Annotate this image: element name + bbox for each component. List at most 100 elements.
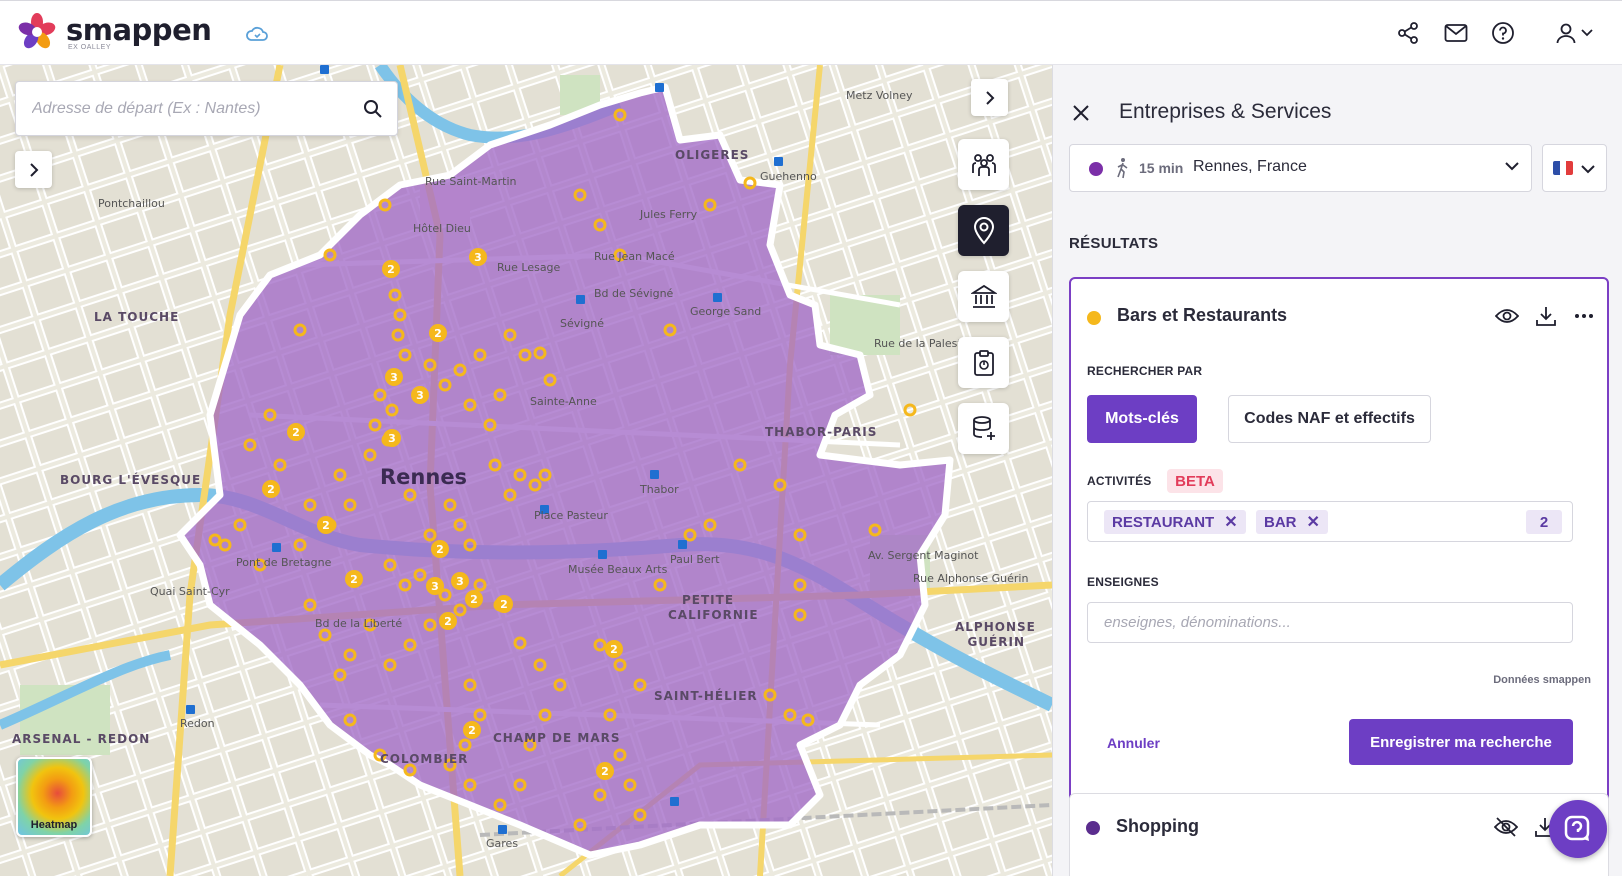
map-canvas[interactable]: 2 3 2 3 3 3 2 2 2 2 2 3 3 2 2 2 2 2 2: [0, 65, 1052, 876]
street-label: Rue Jean Macé: [594, 250, 675, 263]
chevron-right-icon: [985, 90, 994, 105]
address-search[interactable]: [15, 81, 398, 136]
category-color-dot: [1086, 821, 1100, 835]
district-label: ARSENAL - REDON: [12, 732, 151, 746]
district-label: CHAMP DE MARS: [493, 731, 621, 745]
brands-field[interactable]: [1087, 602, 1573, 643]
district-label: COLOMBIER: [380, 752, 469, 766]
street-label: George Sand: [690, 305, 762, 318]
category-title: Bars et Restaurants: [1117, 305, 1288, 325]
category-color-dot: [1087, 311, 1101, 325]
mail-button[interactable]: [1442, 19, 1470, 47]
tag-label: RESTAURANT: [1112, 513, 1215, 531]
question-icon: [1492, 22, 1514, 44]
tag-bar: BAR ✕: [1256, 510, 1328, 534]
naf-codes-mode-button[interactable]: Codes NAF et effectifs: [1228, 395, 1431, 443]
brand-name: smappen: [66, 13, 212, 47]
user-icon: [1556, 23, 1576, 44]
place-label: Thabor: [640, 483, 679, 496]
brand-subtitle: EX OALLEY: [68, 44, 112, 51]
activities-label: ACTIVITÉS: [1087, 474, 1152, 488]
svg-text:2: 2: [434, 327, 442, 340]
category-card-shopping: Shopping: [1069, 793, 1609, 876]
svg-text:2: 2: [468, 724, 476, 737]
download-button[interactable]: [1533, 303, 1559, 329]
heatmap-toggle[interactable]: Heatmap: [16, 757, 92, 837]
share-button[interactable]: [1394, 19, 1422, 47]
country-selector[interactable]: [1542, 144, 1607, 192]
district-label: OLIGERES: [675, 148, 750, 162]
collapse-right-panel-button[interactable]: [971, 79, 1008, 116]
tag-restaurant: RESTAURANT ✕: [1104, 510, 1246, 534]
mail-icon: [1444, 24, 1468, 42]
zone-time: 15 min: [1139, 160, 1184, 176]
svg-text:2: 2: [387, 263, 395, 276]
panel-header: Entreprises & Services 15 min Rennes, Fr…: [1053, 65, 1622, 221]
save-search-button[interactable]: Enregistrer ma recherche: [1349, 719, 1573, 765]
visibility-toggle[interactable]: [1493, 814, 1519, 840]
place-label: Paul Bert: [670, 553, 720, 566]
smappen-logo[interactable]: [18, 13, 56, 51]
district-label: SAINT-HÉLIER: [654, 689, 758, 703]
add-data-tool-button[interactable]: [958, 403, 1009, 454]
district-label: PETITE CALIFORNIE: [668, 593, 759, 622]
location-pin-icon: [973, 216, 994, 244]
district-label: BOURG L'ÉVESQUE: [60, 473, 202, 487]
chevron-down-icon: [1581, 29, 1593, 37]
chevron-right-icon: [29, 162, 38, 177]
place-label: Hôtel Dieu: [413, 222, 471, 235]
chat-icon: [1564, 815, 1590, 841]
eye-off-icon: [1494, 817, 1518, 837]
zone-selector[interactable]: 15 min Rennes, France: [1069, 144, 1532, 192]
france-flag-icon: [1553, 161, 1573, 175]
activities-tags-field[interactable]: RESTAURANT ✕ BAR ✕ 2: [1087, 501, 1573, 542]
remove-tag-icon[interactable]: ✕: [1307, 512, 1320, 532]
report-tool-button[interactable]: [958, 337, 1009, 388]
close-icon[interactable]: [1069, 101, 1093, 125]
svg-text:2: 2: [292, 426, 300, 439]
svg-text:3: 3: [474, 251, 482, 264]
share-icon: [1398, 22, 1418, 44]
cancel-button[interactable]: Annuler: [1107, 735, 1160, 751]
data-source-label: Données smappen: [1493, 674, 1591, 686]
keywords-mode-button[interactable]: Mots-clés: [1087, 395, 1197, 443]
svg-text:2: 2: [610, 643, 618, 656]
remove-tag-icon[interactable]: ✕: [1224, 512, 1237, 532]
svg-text:2: 2: [267, 483, 275, 496]
street-label: Pont de Bretagne: [236, 556, 332, 569]
search-icon[interactable]: [363, 99, 383, 119]
svg-text:3: 3: [416, 389, 424, 402]
population-tool-button[interactable]: [958, 139, 1009, 190]
institutions-tool-button[interactable]: [958, 271, 1009, 322]
tag-count-badge: 2: [1526, 510, 1562, 534]
chat-support-button[interactable]: [1549, 800, 1607, 858]
svg-text:3: 3: [431, 580, 439, 593]
zone-color-dot: [1089, 162, 1103, 176]
svg-text:3: 3: [456, 575, 464, 588]
map-view[interactable]: 2 3 2 3 3 3 2 2 2 2 2 3 3 2 2 2 2 2 2 Re…: [0, 65, 1052, 876]
category-card-bars: Bars et Restaurants RECHERCHER PAR Mots-…: [1069, 277, 1609, 808]
svg-text:2: 2: [350, 573, 358, 586]
more-options-button[interactable]: [1571, 303, 1597, 329]
address-search-input[interactable]: [32, 96, 352, 122]
visibility-toggle[interactable]: [1494, 303, 1520, 329]
place-label: Gares: [486, 837, 519, 850]
svg-text:2: 2: [436, 543, 444, 556]
help-button[interactable]: [1489, 19, 1517, 47]
district-label: LA TOUCHE: [94, 310, 180, 324]
svg-text:2: 2: [601, 765, 609, 778]
svg-text:2: 2: [444, 615, 452, 628]
database-add-icon: [972, 415, 995, 440]
cloud-sync-icon[interactable]: [245, 23, 269, 45]
svg-text:3: 3: [390, 371, 398, 384]
poi-tool-button[interactable]: [958, 205, 1009, 256]
svg-text:3: 3: [388, 432, 396, 445]
place-label: Guehenno: [760, 170, 817, 183]
more-horizontal-icon: [1575, 314, 1593, 318]
brands-input[interactable]: [1088, 603, 1572, 642]
clipboard-icon: [973, 349, 994, 376]
account-menu-button[interactable]: [1552, 19, 1596, 47]
city-label: Rennes: [380, 465, 468, 489]
place-label: Sainte-Anne: [530, 395, 597, 408]
expand-left-panel-button[interactable]: [15, 151, 52, 188]
